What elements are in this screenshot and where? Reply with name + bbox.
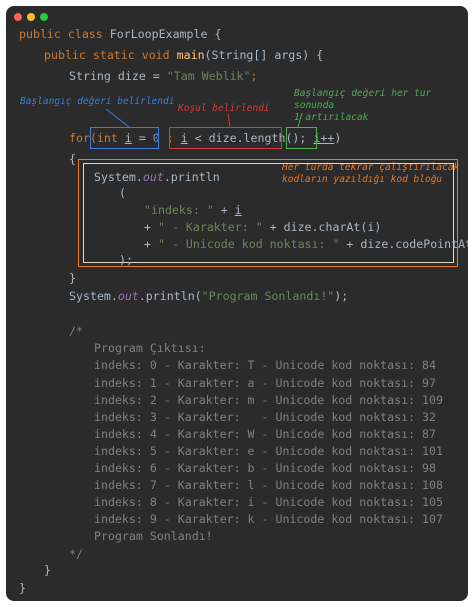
output-line: indeks: 8 - Karakter: i - Unicode kod no… bbox=[94, 495, 444, 509]
class-close-line: } bbox=[19, 581, 26, 595]
output-line: indeks: 1 - Karakter: a - Unicode kod no… bbox=[94, 376, 437, 390]
output-line: indeks: 0 - Karakter: T - Unicode kod no… bbox=[94, 358, 437, 372]
end-print-fn: .println( bbox=[138, 289, 202, 303]
for-close-paren: ) bbox=[334, 131, 342, 145]
print-out: out bbox=[142, 170, 164, 184]
output-line: Program Çıktısı: bbox=[94, 341, 206, 355]
output-line: indeks: 3 - Karakter: - Unicode kod nokt… bbox=[94, 410, 437, 424]
print-fn: .println bbox=[163, 170, 220, 184]
output-line: indeks: 2 - Karakter: m - Unicode kod no… bbox=[94, 393, 444, 407]
output-line: indeks: 4 - Karakter: W - Unicode kod no… bbox=[94, 427, 437, 441]
paren-close-line: ); bbox=[119, 253, 133, 267]
string-part-1: "indeks: " bbox=[144, 203, 214, 217]
end-print-close: ); bbox=[334, 289, 349, 303]
string-part-1-line: "indeks: " + i bbox=[144, 203, 242, 217]
output-line: indeks: 9 - Karakter: k - Unicode kod no… bbox=[94, 512, 444, 526]
output-line: indeks: 6 - Karakter: b - Unicode kod no… bbox=[94, 461, 437, 475]
output-line: indeks: 5 - Karakter: e - Unicode kod no… bbox=[94, 444, 444, 458]
code-editor: public class ForLoopExample { public sta… bbox=[6, 6, 468, 601]
println-line: System.out.println bbox=[94, 170, 220, 184]
init-highlight-box bbox=[90, 127, 159, 149]
string-part-3-line: + " - Unicode kod noktası: " + dize.code… bbox=[144, 237, 468, 251]
string-part-1-var: i bbox=[234, 203, 242, 217]
end-print-out: out bbox=[117, 289, 139, 303]
string-part-2-op: + bbox=[144, 220, 158, 234]
block-open-line: { bbox=[69, 152, 76, 166]
output-line: Program Sonlandı! bbox=[94, 529, 213, 543]
block-close-line: } bbox=[69, 271, 76, 285]
increment-highlight-box bbox=[286, 127, 317, 149]
string-part-2-line: + " - Karakter: " + dize.charAt(i) bbox=[144, 220, 381, 234]
print-object: System. bbox=[94, 170, 143, 184]
string-part-3-rest: + dize.codePointAt(i) bbox=[346, 237, 468, 251]
output-line: indeks: 7 - Karakter: l - Unicode kod no… bbox=[94, 478, 444, 492]
condition-highlight-box bbox=[169, 127, 282, 149]
increment-connector bbox=[297, 112, 303, 128]
main-close-line: } bbox=[44, 563, 51, 577]
string-part-1-op: + bbox=[213, 203, 235, 217]
end-print-string: "Program Sonlandı!" bbox=[201, 289, 335, 303]
string-part-2-rest: + dize.charAt(i) bbox=[262, 220, 382, 234]
end-println-line: System.out.println("Program Sonlandı!"); bbox=[69, 289, 348, 303]
comment-open-line: /* bbox=[69, 324, 83, 338]
string-part-2: " - Karakter: " bbox=[157, 220, 263, 234]
string-part-3: " - Unicode kod noktası: " bbox=[157, 237, 340, 251]
condition-connector bbox=[227, 113, 231, 128]
comment-close-line: */ bbox=[69, 547, 83, 561]
code-window: public class ForLoopExample { public sta… bbox=[6, 6, 468, 601]
string-part-3-op: + bbox=[144, 237, 158, 251]
init-connector bbox=[105, 108, 130, 128]
end-print-object: System. bbox=[69, 289, 118, 303]
paren-open-line: ( bbox=[119, 186, 126, 200]
